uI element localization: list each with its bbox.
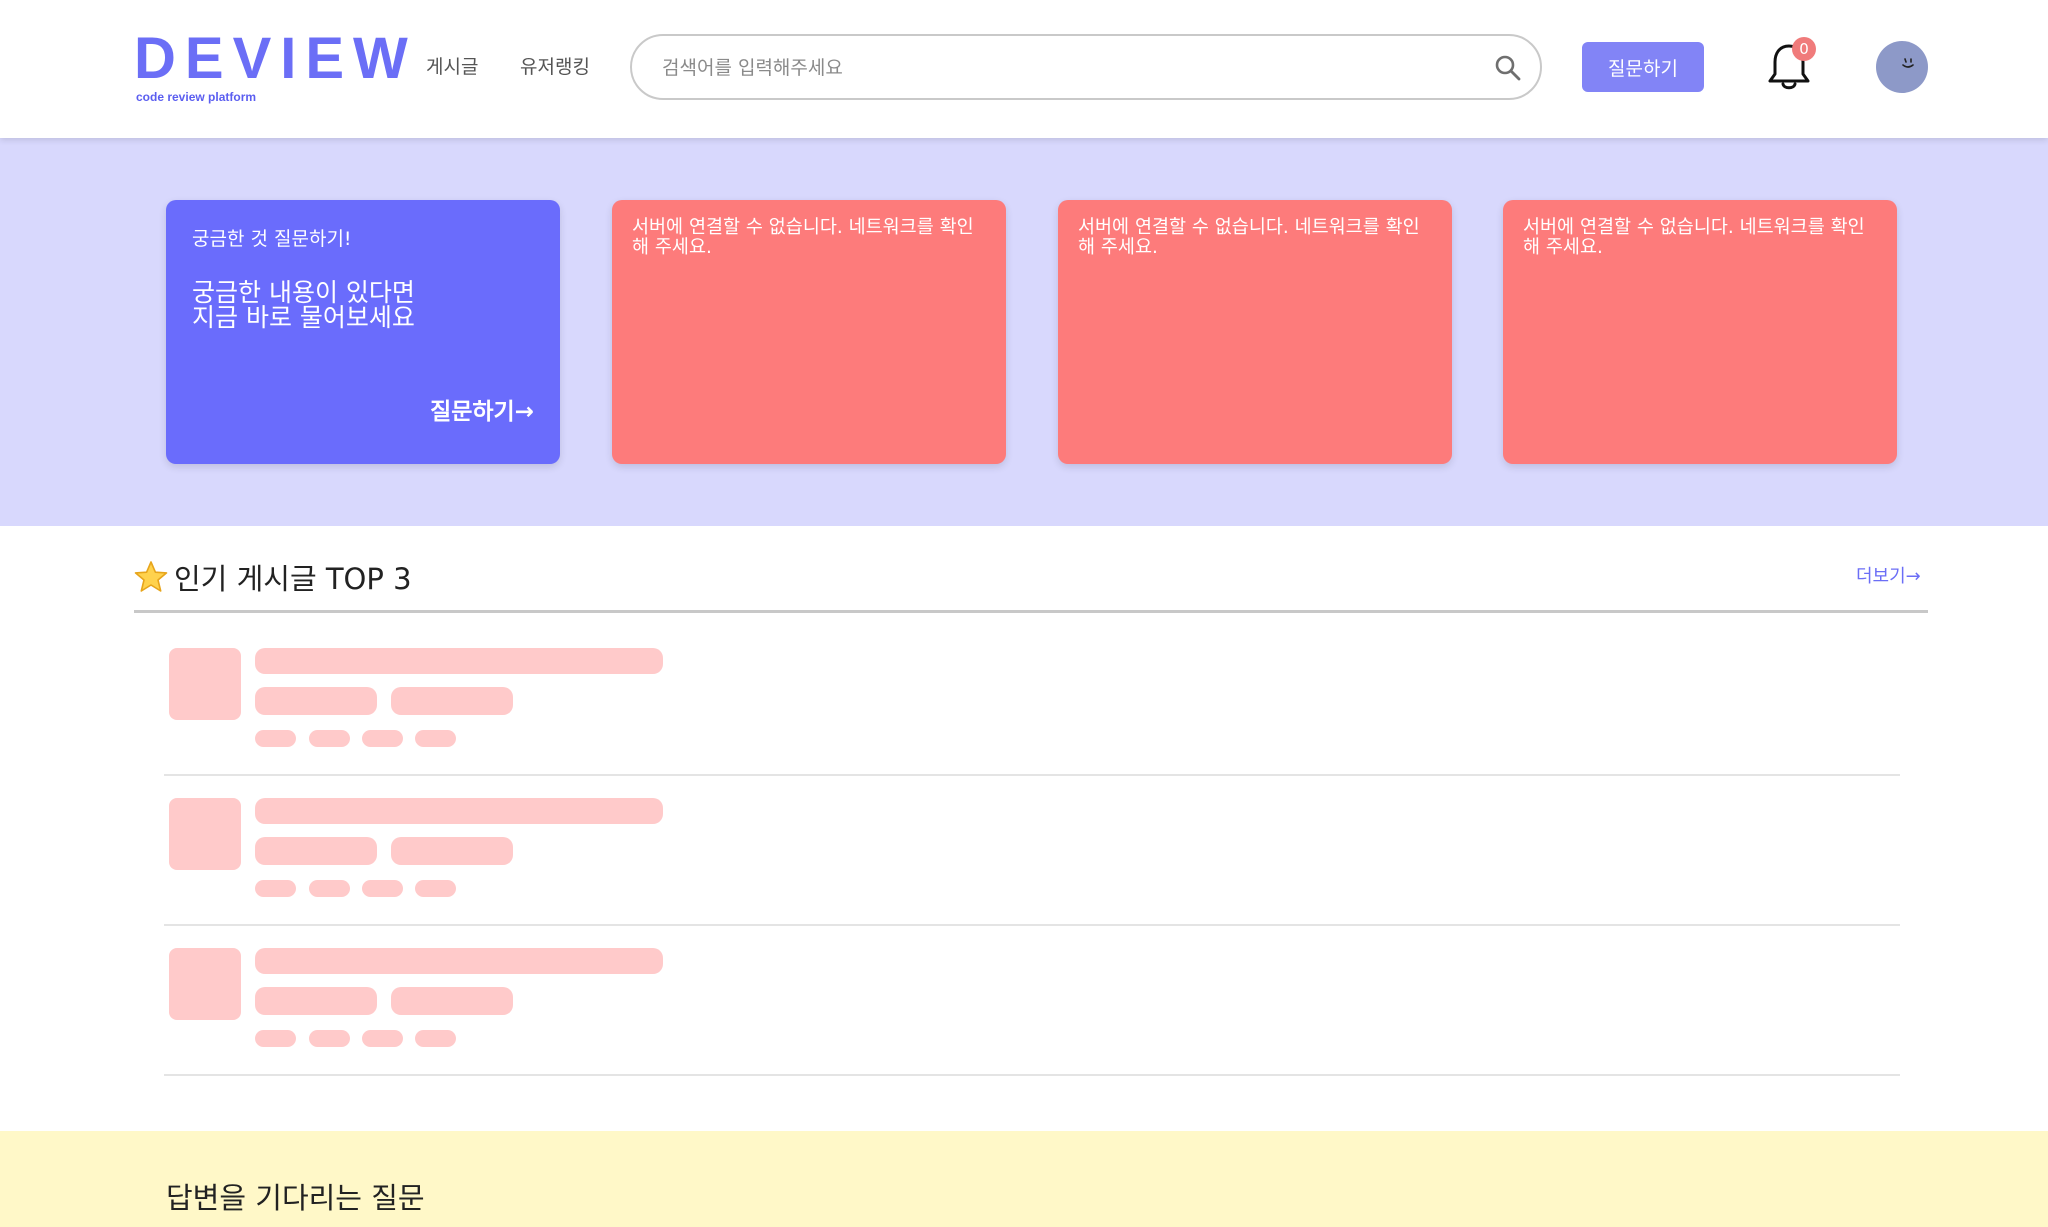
logo-subtitle: code review platform: [136, 90, 257, 104]
search-input[interactable]: [662, 50, 1462, 86]
logo[interactable]: DEVIEW code review platform: [134, 26, 417, 105]
avatar[interactable]: [1876, 41, 1928, 93]
top-header: DEVIEW code review platform 게시글 유저랭킹 질문하…: [0, 0, 2048, 138]
skeleton-meta: [255, 837, 377, 865]
popular-title-text: 인기 게시글 TOP 3: [174, 562, 412, 596]
skeleton-tag: [415, 1030, 456, 1047]
error-message: 서버에 연결할 수 없습니다. 네트워크를 확인해 주세요.: [632, 217, 974, 258]
error-message: 서버에 연결할 수 없습니다. 네트워크를 확인해 주세요.: [1078, 217, 1420, 258]
ask-card-caption: 궁금한 것 질문하기!: [192, 228, 352, 250]
skeleton-tag: [415, 880, 456, 897]
skeleton-thumbnail: [169, 948, 241, 1020]
error-card: 서버에 연결할 수 없습니다. 네트워크를 확인해 주세요.: [1503, 200, 1897, 464]
skeleton-tag: [255, 730, 296, 747]
ask-card-cta[interactable]: 질문하기→: [430, 392, 534, 426]
skeleton-meta: [255, 687, 377, 715]
skeleton-row: [164, 926, 1900, 1076]
waiting-questions-section: 답변을 기다리는 질문: [0, 1131, 2048, 1227]
skeleton-tag: [309, 730, 350, 747]
skeleton-tag: [415, 730, 456, 747]
skeleton-tag: [309, 880, 350, 897]
more-link[interactable]: 더보기→: [1856, 562, 1921, 588]
skeleton-thumbnail: [169, 648, 241, 720]
skeleton-row: [164, 776, 1900, 926]
search-bar: [630, 34, 1542, 100]
skeleton-title: [255, 948, 663, 974]
error-message: 서버에 연결할 수 없습니다. 네트워크를 확인해 주세요.: [1523, 217, 1865, 258]
section-divider: [134, 610, 1928, 613]
ask-card[interactable]: 궁금한 것 질문하기! 궁금한 내용이 있다면 지금 바로 물어보세요 질문하기…: [166, 200, 560, 464]
skeleton-tag: [362, 730, 403, 747]
skeleton-tag: [362, 880, 403, 897]
popular-section-title: 인기 게시글 TOP 3: [134, 556, 412, 598]
skeleton-title: [255, 648, 663, 674]
skeleton-tag: [255, 880, 296, 897]
skeleton-meta: [391, 687, 513, 715]
error-card: 서버에 연결할 수 없습니다. 네트워크를 확인해 주세요.: [1058, 200, 1452, 464]
banner-section: 궁금한 것 질문하기! 궁금한 내용이 있다면 지금 바로 물어보세요 질문하기…: [0, 138, 2048, 526]
skeleton-thumbnail: [169, 798, 241, 870]
nav-user-ranking[interactable]: 유저랭킹: [520, 52, 590, 79]
skeleton-meta: [391, 837, 513, 865]
skeleton-tag: [255, 1030, 296, 1047]
skeleton-tag: [309, 1030, 350, 1047]
skeleton-meta: [255, 987, 377, 1015]
error-card: 서버에 연결할 수 없습니다. 네트워크를 확인해 주세요.: [612, 200, 1006, 464]
skeleton-meta: [391, 987, 513, 1015]
skeleton-title: [255, 798, 663, 824]
ask-question-button[interactable]: 질문하기: [1582, 42, 1704, 92]
logo-text: DEVIEW: [134, 26, 417, 91]
skeleton-tag: [362, 1030, 403, 1047]
notification-badge: 0: [1792, 37, 1816, 61]
search-icon[interactable]: [1494, 54, 1522, 82]
waiting-section-title: 답변을 기다리는 질문: [166, 1181, 425, 1215]
smile-icon: [1902, 58, 1914, 68]
skeleton-row: [164, 626, 1900, 776]
star-icon: [134, 561, 168, 592]
ask-card-headline: 궁금한 내용이 있다면 지금 바로 물어보세요: [192, 278, 415, 332]
nav-posts[interactable]: 게시글: [426, 52, 478, 79]
